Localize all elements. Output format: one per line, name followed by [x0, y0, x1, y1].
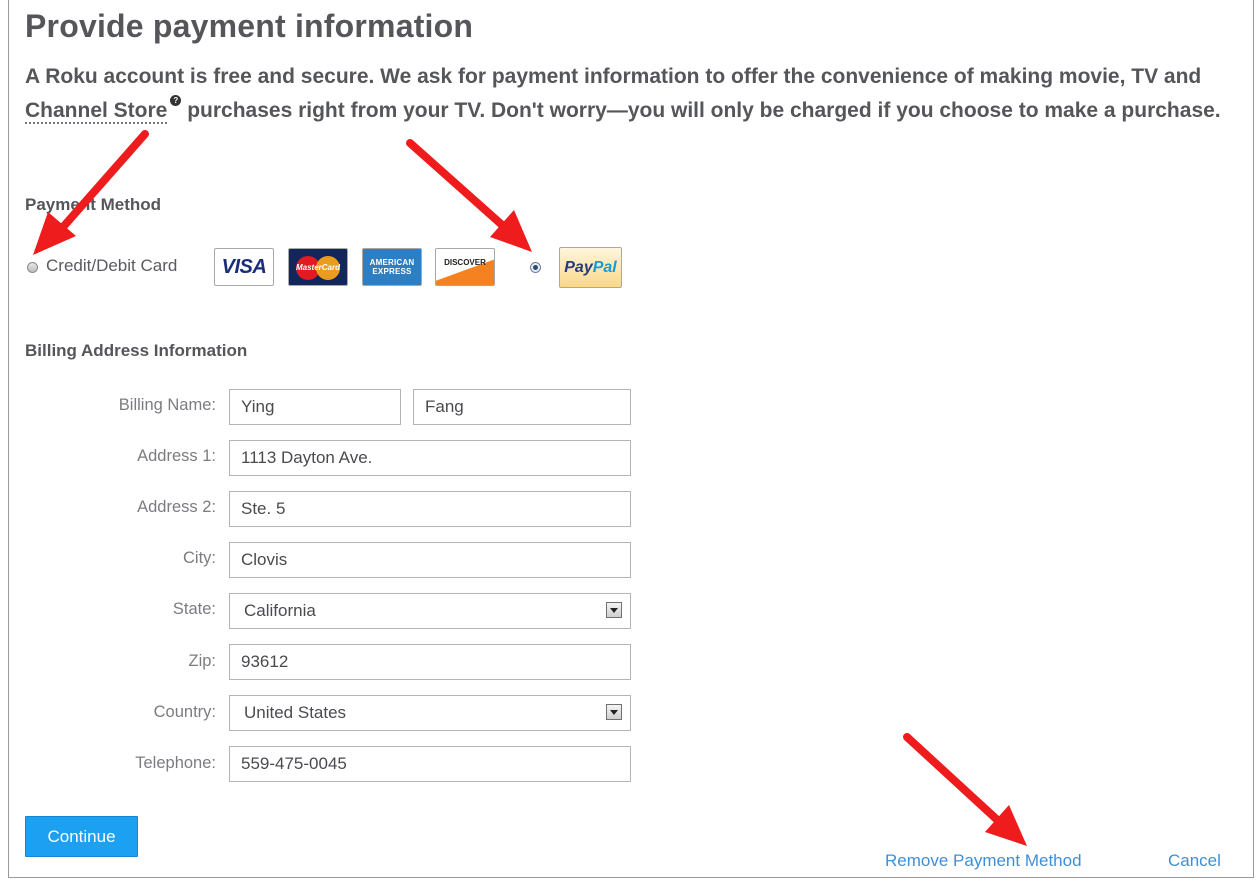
address1-value: 1113 Dayton Ave. [241, 448, 373, 467]
discover-logo-text: DISCOVER [444, 258, 486, 267]
address1-label: Address 1: [137, 447, 216, 465]
continue-button[interactable]: Continue [25, 816, 138, 857]
payment-method-heading: Payment Method [25, 195, 162, 214]
billing-address-heading: Billing Address Information [25, 341, 248, 360]
visa-logo-text: VISA [221, 255, 267, 278]
amex-logo-line1: AMERICAN [369, 258, 415, 267]
last-name-input[interactable]: Fang [413, 389, 631, 425]
amex-logo: AMERICAN EXPRESS [362, 248, 422, 286]
address2-label: Address 2: [137, 498, 216, 516]
intro-text-start: A Roku account is free and secure. We as… [25, 65, 1202, 88]
first-name-input[interactable]: Ying [229, 389, 401, 425]
mastercard-logo-text: MasterCard [295, 262, 340, 272]
help-icon[interactable]: ? [170, 94, 182, 106]
mastercard-logo: MasterCard [288, 248, 348, 286]
country-dropdown-arrow-icon[interactable] [606, 704, 622, 720]
last-name-value: Fang [425, 397, 464, 416]
page-frame [8, 0, 1254, 878]
state-label: State: [172, 600, 216, 618]
country-select[interactable]: United States [229, 695, 631, 731]
city-label: City: [183, 549, 216, 567]
page-title: Provide payment information [25, 8, 474, 44]
cancel-link[interactable]: Cancel [1168, 851, 1221, 871]
billing-name-label: Billing Name: [118, 396, 216, 414]
state-dropdown-arrow-icon[interactable] [606, 602, 622, 618]
intro-text: A Roku account is free and secure. We as… [25, 60, 1235, 127]
paypal-radio[interactable] [530, 262, 541, 273]
zip-label: Zip: [188, 652, 216, 670]
telephone-label: Telephone: [135, 754, 216, 772]
country-label: Country: [153, 703, 216, 721]
paypal-logo-text-a: Pay [564, 258, 593, 276]
zip-input[interactable]: 93612 [229, 644, 631, 680]
paypal-logo[interactable]: Pay Pal [559, 247, 622, 288]
intro-text-end: purchases right from your TV. Don't worr… [181, 98, 1221, 122]
city-input[interactable]: Clovis [229, 542, 631, 578]
channel-store-link[interactable]: Channel Store [25, 98, 168, 124]
discover-logo: DISCOVER [435, 248, 495, 286]
address2-value: Ste. 5 [241, 499, 286, 518]
remove-payment-method-link[interactable]: Remove Payment Method [885, 851, 1082, 871]
first-name-value: Ying [241, 397, 275, 416]
credit-card-radio[interactable] [27, 262, 38, 273]
paypal-logo-text-b: Pal [592, 258, 617, 276]
telephone-value: 559-475-0045 [241, 754, 347, 773]
city-value: Clovis [241, 550, 288, 569]
state-value: California [244, 601, 316, 620]
state-select[interactable]: California [229, 593, 631, 629]
credit-card-label[interactable]: Credit/Debit Card [46, 256, 177, 276]
zip-value: 93612 [241, 652, 289, 671]
address2-input[interactable]: Ste. 5 [229, 491, 631, 527]
country-value: United States [244, 703, 347, 722]
visa-logo: VISA [214, 248, 274, 286]
amex-logo-line2: EXPRESS [372, 267, 412, 276]
address1-input[interactable]: 1113 Dayton Ave. [229, 440, 631, 476]
telephone-input[interactable]: 559-475-0045 [229, 746, 631, 782]
